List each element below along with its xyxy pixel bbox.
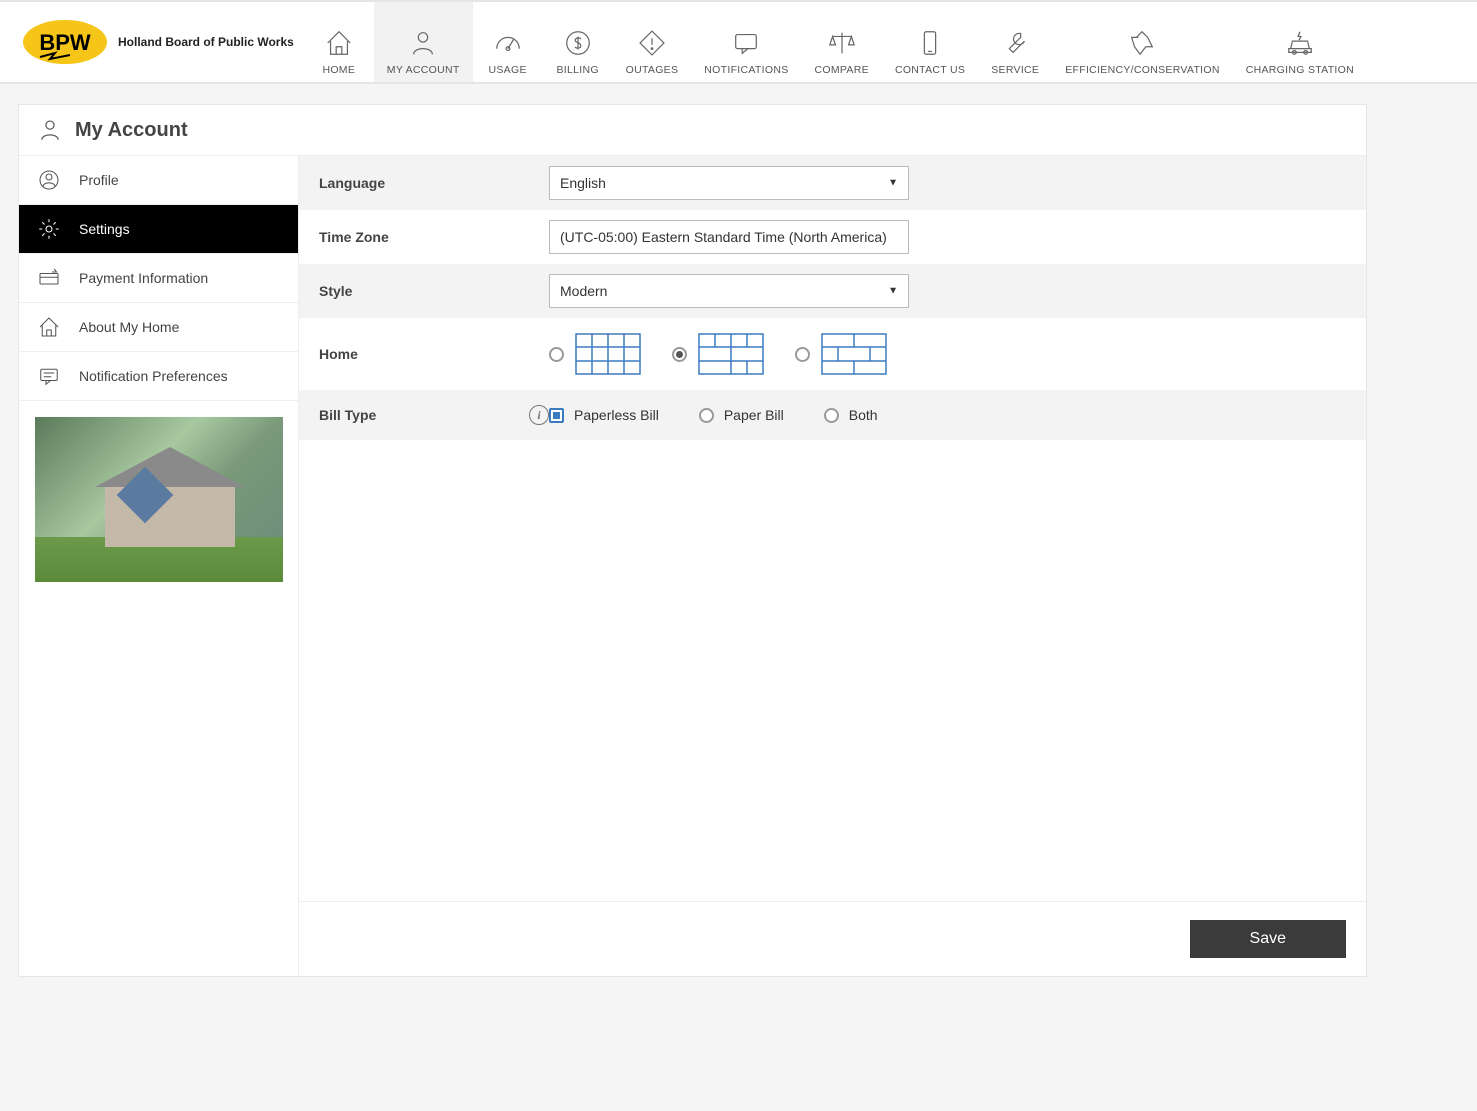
- bill-type-both[interactable]: Both: [824, 407, 878, 423]
- profile-icon: [37, 168, 61, 192]
- sidebar-item-label: Notification Preferences: [79, 368, 228, 384]
- gear-icon: [37, 217, 61, 241]
- nav-outages[interactable]: OUTAGES: [613, 2, 692, 82]
- person-icon: [408, 28, 438, 58]
- scale-icon: [827, 28, 857, 58]
- home-icon: [37, 315, 61, 339]
- timezone-input[interactable]: (UTC-05:00) Eastern Standard Time (North…: [549, 220, 909, 254]
- nav-charging-station[interactable]: CHARGING STATION: [1233, 2, 1367, 82]
- nav-compare[interactable]: COMPARE: [802, 2, 882, 82]
- bill-type-paper[interactable]: Paper Bill: [699, 407, 784, 423]
- sidebar-item-label: About My Home: [79, 319, 179, 335]
- radio-icon: [824, 408, 839, 423]
- nav-usage[interactable]: USAGE: [473, 2, 543, 82]
- sidebar-item-notification-prefs[interactable]: Notification Preferences: [19, 352, 298, 401]
- gauge-icon: [493, 28, 523, 58]
- sidebar-image: [35, 417, 282, 582]
- bill-type-paperless[interactable]: Paperless Bill: [549, 407, 659, 423]
- layout-rows-icon: [820, 330, 888, 378]
- radio-icon: [672, 347, 687, 362]
- account-sidebar: Profile Settings Payment Information Abo…: [19, 156, 299, 976]
- sidebar-item-label: Settings: [79, 221, 130, 237]
- settings-form: Language English ▼ Time Zone (UTC-: [299, 156, 1366, 976]
- sidebar-item-payment[interactable]: Payment Information: [19, 254, 298, 303]
- chevron-down-icon: ▼: [888, 178, 898, 189]
- account-panel: My Account Profile Settings Payment Info…: [18, 104, 1367, 977]
- brand[interactable]: BPW Holland Board of Public Works: [10, 2, 304, 82]
- nav-service[interactable]: SERVICE: [978, 2, 1052, 82]
- nav-billing[interactable]: BILLING: [543, 2, 613, 82]
- info-icon[interactable]: i: [529, 405, 549, 425]
- chat-icon: [731, 28, 761, 58]
- car-icon: [1285, 28, 1315, 58]
- nav-contact-us[interactable]: CONTACT US: [882, 2, 978, 82]
- layout-mixed-icon: [697, 330, 765, 378]
- sidebar-item-settings[interactable]: Settings: [19, 205, 298, 254]
- radio-icon: [795, 347, 810, 362]
- radio-icon: [549, 347, 564, 362]
- home-layout-label: Home: [319, 346, 549, 362]
- person-icon: [37, 117, 63, 143]
- dollar-icon: [563, 28, 593, 58]
- timezone-label: Time Zone: [319, 229, 549, 245]
- home-layout-option-3[interactable]: [795, 330, 888, 378]
- nav-my-account[interactable]: MY ACCOUNT: [374, 2, 473, 82]
- sidebar-item-label: Profile: [79, 172, 119, 188]
- bill-type-label: Bill Type: [319, 407, 376, 423]
- nav-notifications[interactable]: NOTIFICATIONS: [691, 2, 801, 82]
- nav-efficiency[interactable]: EFFICIENCY/CONSERVATION: [1052, 2, 1233, 82]
- radio-icon: [699, 408, 714, 423]
- sidebar-item-label: Payment Information: [79, 270, 208, 286]
- sidebar-item-profile[interactable]: Profile: [19, 156, 298, 205]
- card-icon: [37, 266, 61, 290]
- nav-home[interactable]: HOME: [304, 2, 374, 82]
- sidebar-item-about-home[interactable]: About My Home: [19, 303, 298, 352]
- warning-icon: [637, 28, 667, 58]
- style-select[interactable]: Modern ▼: [549, 274, 909, 308]
- home-icon: [324, 28, 354, 58]
- topbar: BPW Holland Board of Public Works HOME M…: [0, 0, 1477, 84]
- svg-text:BPW: BPW: [39, 30, 91, 55]
- recycle-icon: [1127, 28, 1157, 58]
- brand-name: Holland Board of Public Works: [118, 35, 294, 49]
- phone-icon: [915, 28, 945, 58]
- home-layout-option-2[interactable]: [672, 330, 765, 378]
- language-select[interactable]: English ▼: [549, 166, 909, 200]
- logo-icon: BPW: [20, 17, 110, 67]
- wrench-icon: [1000, 28, 1030, 58]
- chevron-down-icon: ▼: [888, 286, 898, 297]
- save-button[interactable]: Save: [1190, 920, 1346, 958]
- page-title: My Account: [75, 119, 188, 142]
- chat-lines-icon: [37, 364, 61, 388]
- style-label: Style: [319, 283, 549, 299]
- radio-icon: [549, 408, 564, 423]
- language-label: Language: [319, 175, 549, 191]
- home-layout-option-1[interactable]: [549, 330, 642, 378]
- main-nav: HOME MY ACCOUNT USAGE BILLING OUTAGES NO…: [304, 2, 1477, 82]
- layout-grid-icon: [574, 330, 642, 378]
